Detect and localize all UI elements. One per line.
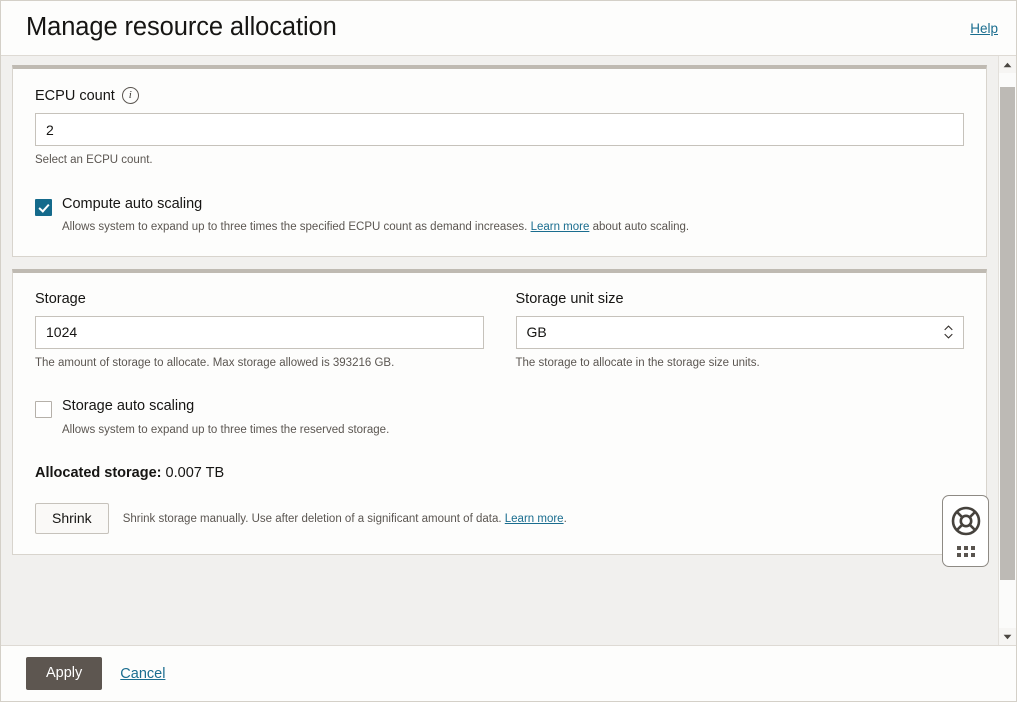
ecpu-count-label-row: ECPU count i: [35, 87, 964, 104]
scrollbar-thumb[interactable]: [1000, 87, 1015, 580]
shrink-learn-more-link[interactable]: Learn more: [505, 513, 564, 525]
compute-auto-scaling-learn-more-link[interactable]: Learn more: [531, 221, 590, 233]
shrink-desc-after: .: [563, 512, 567, 525]
dialog-footer: Apply Cancel: [1, 645, 1016, 701]
shrink-desc-before: Shrink storage manually. Use after delet…: [122, 512, 502, 525]
storage-unit-helper: The storage to allocate in the storage s…: [515, 356, 760, 369]
allocated-storage-value: 0.007 TB: [165, 464, 225, 481]
compute-auto-scaling-checkbox[interactable]: [35, 198, 52, 216]
help-link[interactable]: Help: [970, 21, 998, 36]
storage-column: Storage The amount of storage to allocat…: [35, 291, 484, 372]
storage-unit-select[interactable]: [515, 315, 964, 349]
scroll-content: ECPU count i Select an ECPU count. Compu…: [1, 56, 998, 645]
storage-label: Storage: [35, 290, 86, 307]
dialog-header: Manage resource allocation Help: [1, 1, 1016, 56]
compute-auto-scaling-label: Compute auto scaling: [62, 195, 203, 212]
storage-auto-scaling-label: Storage auto scaling: [62, 398, 195, 415]
storage-auto-scaling-checkbox[interactable]: [35, 401, 52, 419]
help-widget[interactable]: [942, 495, 989, 567]
scroll-down-arrow-icon[interactable]: [999, 628, 1016, 645]
drag-dots-icon[interactable]: [956, 545, 975, 557]
scrollbar-track[interactable]: [999, 73, 1016, 628]
shrink-row: Shrink Shrink storage manually. Use afte…: [35, 502, 964, 535]
storage-label-row: Storage: [35, 291, 484, 307]
compute-auto-scaling-row: Compute auto scaling Allows system to ex…: [35, 195, 964, 236]
storage-helper: The amount of storage to allocate. Max s…: [35, 356, 395, 369]
compute-auto-scaling-description: Allows system to expand up to three time…: [62, 220, 964, 236]
storage-auto-scaling-row: Storage auto scaling Allows system to ex…: [35, 399, 964, 438]
compute-auto-scaling-desc-before: Allows system to expand up to three time…: [62, 221, 528, 234]
storage-unit-label-row: Storage unit size: [516, 291, 965, 307]
storage-auto-scaling-description: Allows system to expand up to three time…: [62, 424, 390, 437]
storage-unit-label: Storage unit size: [515, 290, 624, 307]
apply-button[interactable]: Apply: [26, 656, 103, 691]
manage-resource-allocation-dialog: Manage resource allocation Help ECPU cou…: [0, 0, 1017, 702]
compute-auto-scaling-text: Compute auto scaling Allows system to ex…: [62, 195, 964, 236]
storage-unit-select-wrap: [515, 315, 964, 349]
allocated-storage-label: Allocated storage:: [35, 464, 162, 481]
storage-auto-scaling-text: Storage auto scaling Allows system to ex…: [62, 399, 964, 438]
storage-card: Storage The amount of storage to allocat…: [12, 268, 987, 556]
storage-fields-row: Storage The amount of storage to allocat…: [35, 291, 964, 372]
compute-card: ECPU count i Select an ECPU count. Compu…: [12, 65, 987, 257]
page-title: Manage resource allocation: [26, 13, 337, 42]
shrink-button[interactable]: Shrink: [35, 502, 109, 535]
ecpu-count-input[interactable]: [35, 113, 964, 146]
storage-input[interactable]: [35, 315, 484, 349]
shrink-description: Shrink storage manually. Use after delet…: [123, 513, 567, 525]
scroll-up-arrow-icon[interactable]: [999, 56, 1016, 73]
allocated-storage-row: Allocated storage: 0.007 TB: [35, 465, 964, 481]
ecpu-count-helper: Select an ECPU count.: [35, 154, 153, 166]
info-icon[interactable]: i: [121, 87, 139, 104]
life-ring-icon[interactable]: [951, 506, 981, 541]
dialog-body: ECPU count i Select an ECPU count. Compu…: [1, 56, 1016, 645]
vertical-scrollbar[interactable]: [998, 56, 1016, 645]
compute-auto-scaling-desc-after: about auto scaling.: [592, 221, 690, 234]
storage-unit-column: Storage unit size The storage to allocat…: [515, 291, 965, 372]
cancel-link[interactable]: Cancel: [120, 666, 165, 682]
ecpu-count-label: ECPU count: [35, 87, 115, 104]
